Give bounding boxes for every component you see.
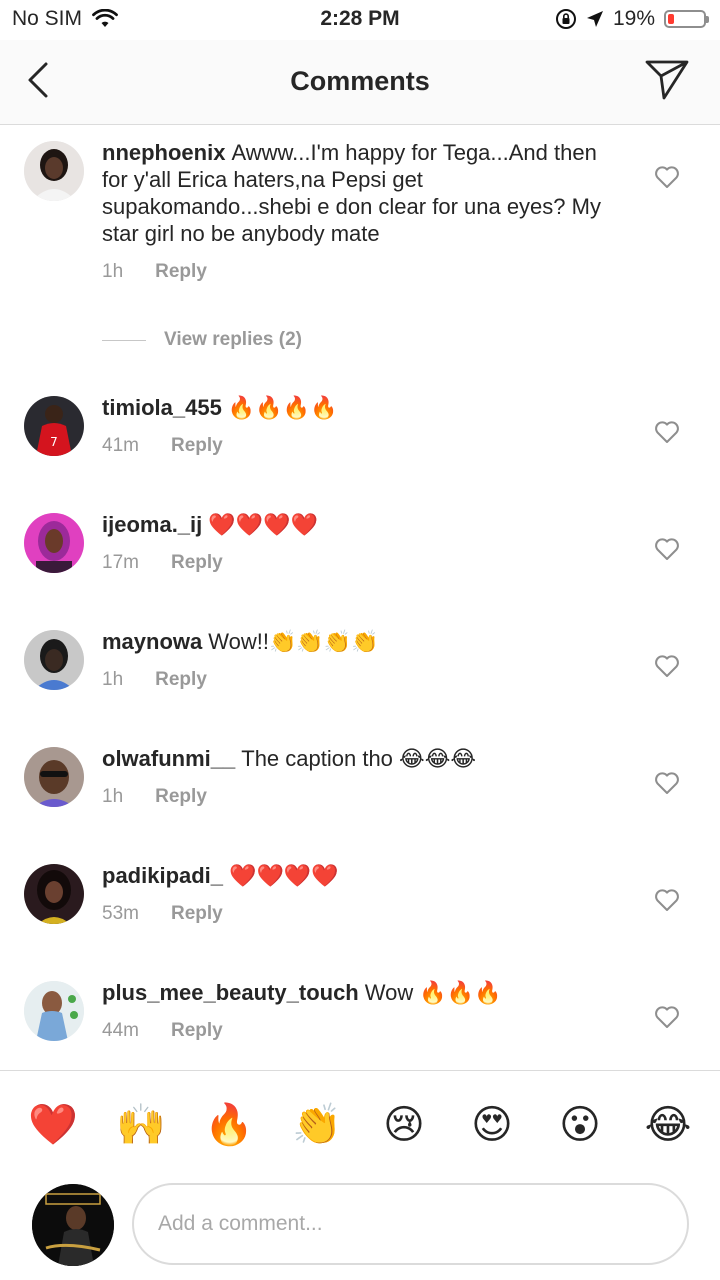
battery-icon [664, 10, 709, 28]
emoji-surprised-button[interactable]: 😮 [556, 1101, 604, 1149]
battery-percent: 19% [612, 7, 655, 30]
comment-username[interactable]: nnephoenix [102, 140, 225, 165]
avatar[interactable] [24, 630, 84, 690]
comment-time: 17m [102, 552, 139, 573]
emoji-clap-button[interactable]: 👏 [292, 1101, 342, 1149]
comment-time: 41m [102, 435, 139, 456]
emoji-raised-hands-button[interactable]: 🙌 [116, 1101, 166, 1149]
comment-username[interactable]: plus_mee_beauty_touch [102, 980, 359, 1005]
reply-button[interactable]: Reply [155, 786, 207, 808]
comments-list[interactable]: nnephoenix Awww...I'm happy for Tega...An… [0, 125, 720, 1070]
paper-plane-icon [645, 60, 689, 100]
location-arrow-icon [586, 11, 603, 27]
reply-button[interactable]: Reply [155, 669, 207, 691]
comment-username[interactable]: ijeoma._ij [102, 512, 202, 537]
emoji-laughing-button[interactable]: 😂 [644, 1101, 692, 1149]
comment-text: padikipadi_ ❤️❤️❤️❤️ [102, 862, 622, 889]
comment-time: 44m [102, 1020, 139, 1041]
emoji-crying-button[interactable]: 😢 [380, 1101, 428, 1149]
divider-line [102, 339, 146, 341]
reply-button[interactable]: Reply [171, 903, 223, 925]
comment-username[interactable]: olwafunmi__ [102, 746, 235, 771]
comment-body: 🔥🔥🔥🔥 [227, 395, 338, 420]
page-title: Comments [290, 66, 430, 96]
comment-meta: 44m Reply [102, 1020, 223, 1042]
like-heart-icon[interactable] [654, 771, 680, 795]
share-button[interactable] [644, 58, 690, 102]
comment-time: 1h [102, 669, 124, 690]
comment-input[interactable] [132, 1183, 689, 1265]
like-heart-icon[interactable] [654, 537, 680, 561]
emoji-bar: ❤️ 🙌 🔥 👏 😢 😍 😮 😂 [0, 1070, 720, 1179]
nav-bar: Comments [0, 40, 720, 125]
avatar[interactable] [24, 981, 84, 1041]
orientation-lock-icon [555, 9, 576, 29]
comment-meta: 1h Reply [102, 786, 207, 808]
comment-body: Wow!!👏👏👏👏 [208, 629, 379, 654]
comment-meta: 41m Reply [102, 435, 223, 457]
emoji-fire-button[interactable]: 🔥 [204, 1101, 254, 1149]
comment-meta: 1h Reply [102, 669, 207, 691]
comment-text: timiola_455 🔥🔥🔥🔥 [102, 394, 622, 421]
avatar[interactable]: 7 [24, 396, 84, 456]
like-heart-icon[interactable] [654, 888, 680, 912]
comment-text: plus_mee_beauty_touch Wow 🔥🔥🔥 [102, 979, 622, 1006]
comment-username[interactable]: timiola_455 [102, 395, 222, 420]
profile-picture-icon [32, 1184, 114, 1266]
comment-body: The caption tho 😂😂😂 [241, 746, 477, 771]
status-right: 19% [555, 7, 709, 31]
avatar[interactable] [24, 747, 84, 807]
emoji-heart-button[interactable]: ❤️ [28, 1101, 78, 1149]
comment-text: olwafunmi__ The caption tho 😂😂😂 [102, 745, 622, 772]
comment-body: ❤️❤️❤️❤️ [229, 863, 339, 888]
comment-username[interactable]: padikipadi_ [102, 863, 223, 888]
view-replies-label: View replies (2) [164, 329, 302, 350]
comment-text: maynowa Wow!!👏👏👏👏 [102, 628, 622, 655]
comment-username[interactable]: maynowa [102, 629, 202, 654]
svg-text:7: 7 [50, 435, 58, 449]
reply-button[interactable]: Reply [155, 261, 207, 283]
comment-text: nnephoenix Awww...I'm happy for Tega...An… [102, 139, 622, 247]
like-heart-icon[interactable] [654, 165, 680, 189]
comment-text: ijeoma._ij ❤️❤️❤️❤️ [102, 511, 622, 538]
reply-button[interactable]: Reply [171, 552, 223, 574]
comment-meta: 53m Reply [102, 903, 223, 925]
like-heart-icon[interactable] [654, 1005, 680, 1029]
reply-button[interactable]: Reply [171, 1020, 223, 1042]
like-heart-icon[interactable] [654, 420, 680, 444]
comment-meta: 17m Reply [102, 552, 223, 574]
comment-time: 1h [102, 786, 124, 807]
status-bar: No SIM 2:28 PM 19% [0, 0, 720, 40]
avatar[interactable] [24, 864, 84, 924]
like-heart-icon[interactable] [654, 654, 680, 678]
comment-input-bar [0, 1178, 720, 1280]
comment-body: ❤️❤️❤️❤️ [208, 512, 318, 537]
comment-time: 1h [102, 261, 124, 282]
view-replies-button[interactable]: View replies (2) [102, 329, 302, 351]
my-avatar [32, 1184, 114, 1266]
comment-body: Wow 🔥🔥🔥 [364, 980, 502, 1005]
avatar[interactable] [24, 141, 84, 201]
comment-time: 53m [102, 903, 139, 924]
comment-meta: 1h Reply [102, 261, 207, 283]
reply-button[interactable]: Reply [171, 435, 223, 457]
emoji-heart-eyes-button[interactable]: 😍 [468, 1101, 516, 1149]
avatar[interactable] [24, 513, 84, 573]
